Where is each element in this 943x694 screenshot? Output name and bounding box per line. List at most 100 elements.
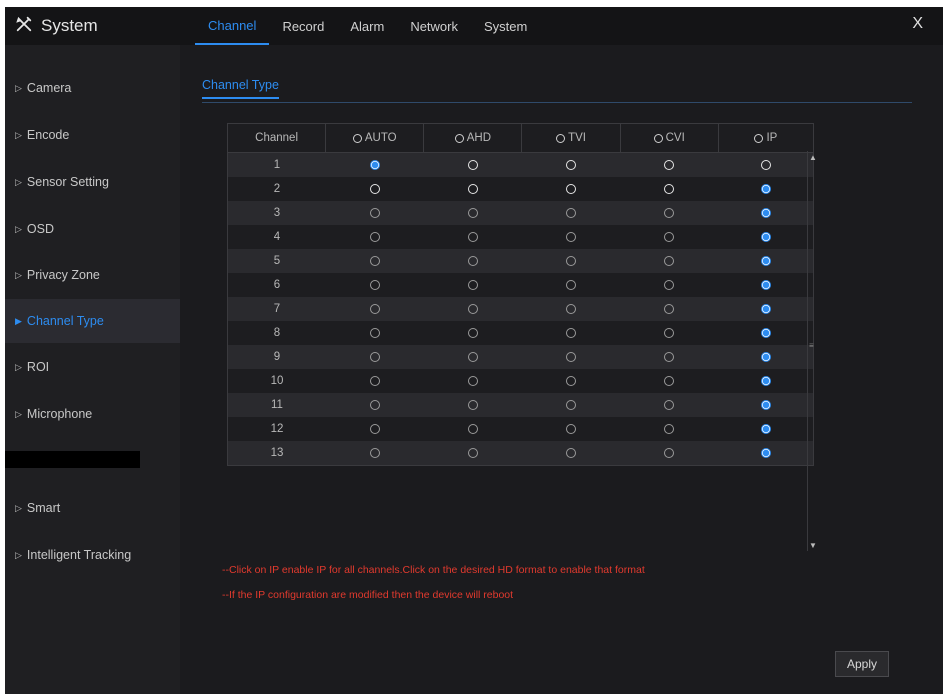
radio-ahd[interactable]: [468, 208, 478, 218]
radio-cvi[interactable]: [664, 232, 674, 242]
close-icon[interactable]: X: [912, 15, 923, 33]
radio-cvi[interactable]: [664, 400, 674, 410]
radio-cell: [326, 177, 424, 201]
sidebar-item-roi[interactable]: ▷ ROI: [5, 345, 180, 389]
column-header-cvi[interactable]: CVI: [621, 124, 719, 152]
radio-ahd[interactable]: [468, 280, 478, 290]
sidebar-item-smart[interactable]: ▷ Smart: [5, 486, 180, 530]
radio-tvi[interactable]: [566, 232, 576, 242]
apply-button[interactable]: Apply: [835, 651, 889, 677]
radio-cvi[interactable]: [664, 328, 674, 338]
radio-auto[interactable]: [370, 448, 380, 458]
sidebar-item-intelligent-tracking[interactable]: ▷ Intelligent Tracking: [5, 533, 180, 577]
sidebar-item-label: OSD: [26, 222, 55, 236]
radio-ip[interactable]: [760, 376, 771, 386]
radio-icon: [352, 133, 362, 143]
radio-auto[interactable]: [370, 400, 380, 410]
radio-cvi[interactable]: [664, 376, 674, 386]
radio-cell: [718, 297, 813, 321]
tab-system[interactable]: System: [471, 7, 540, 45]
radio-ip[interactable]: [760, 208, 771, 218]
radio-tvi[interactable]: [566, 184, 576, 194]
radio-cvi[interactable]: [664, 256, 674, 266]
radio-auto[interactable]: [370, 184, 380, 194]
radio-ahd[interactable]: [468, 232, 478, 242]
tab-channel-type[interactable]: Channel Type: [202, 78, 279, 99]
table-scrollbar[interactable]: ▲ ≡ ▼: [807, 151, 817, 551]
radio-tvi[interactable]: [566, 400, 576, 410]
radio-cvi[interactable]: [664, 208, 674, 218]
tab-channel[interactable]: Channel: [195, 7, 270, 45]
radio-auto[interactable]: [370, 328, 380, 338]
radio-tvi[interactable]: [566, 208, 576, 218]
tab-alarm[interactable]: Alarm: [337, 7, 397, 45]
radio-tvi[interactable]: [566, 352, 576, 362]
triangle-right-icon: ▷: [15, 361, 22, 372]
radio-cvi[interactable]: [664, 280, 674, 290]
radio-auto[interactable]: [370, 376, 380, 386]
radio-auto[interactable]: [370, 424, 380, 434]
radio-auto[interactable]: [370, 208, 380, 218]
radio-auto[interactable]: [370, 352, 380, 362]
radio-ip[interactable]: [760, 424, 771, 434]
radio-tvi[interactable]: [566, 328, 576, 338]
radio-ahd[interactable]: [468, 304, 478, 314]
radio-ahd[interactable]: [468, 376, 478, 386]
radio-ahd[interactable]: [468, 160, 478, 170]
radio-ahd[interactable]: [468, 448, 478, 458]
radio-tvi[interactable]: [566, 160, 576, 170]
scroll-thumb-icon[interactable]: ≡: [809, 341, 814, 350]
column-header-tvi[interactable]: TVI: [522, 124, 621, 152]
radio-ip[interactable]: [760, 280, 771, 290]
sidebar-item-sensor-setting[interactable]: ▷ Sensor Setting: [5, 160, 180, 204]
radio-tvi[interactable]: [566, 304, 576, 314]
radio-auto[interactable]: [370, 232, 380, 242]
radio-cvi[interactable]: [664, 448, 674, 458]
radio-tvi[interactable]: [566, 376, 576, 386]
radio-ip[interactable]: [760, 232, 771, 242]
radio-tvi[interactable]: [566, 256, 576, 266]
column-header-auto[interactable]: AUTO: [326, 124, 425, 152]
radio-auto[interactable]: [370, 256, 380, 266]
scroll-down-icon[interactable]: ▼: [809, 541, 817, 550]
radio-ip[interactable]: [760, 256, 771, 266]
radio-ip[interactable]: [760, 184, 771, 194]
triangle-right-icon: ▷: [15, 549, 22, 560]
scroll-up-icon[interactable]: ▲: [809, 153, 817, 162]
radio-cvi[interactable]: [664, 184, 674, 194]
radio-auto[interactable]: [370, 304, 380, 314]
radio-ip[interactable]: [760, 160, 771, 170]
radio-cvi[interactable]: [664, 160, 674, 170]
radio-cvi[interactable]: [664, 304, 674, 314]
radio-ip[interactable]: [760, 304, 771, 314]
radio-tvi[interactable]: [566, 448, 576, 458]
radio-ip[interactable]: [760, 328, 771, 338]
column-header-ip[interactable]: IP: [719, 124, 813, 152]
sidebar-item-microphone[interactable]: ▷ Microphone: [5, 392, 180, 436]
radio-cvi[interactable]: [664, 352, 674, 362]
radio-ip[interactable]: [760, 448, 771, 458]
radio-cell: [326, 393, 424, 417]
radio-auto[interactable]: [370, 280, 380, 290]
table-row: 6: [228, 273, 813, 297]
radio-ahd[interactable]: [468, 400, 478, 410]
radio-tvi[interactable]: [566, 280, 576, 290]
radio-ip[interactable]: [760, 352, 771, 362]
radio-tvi[interactable]: [566, 424, 576, 434]
radio-ahd[interactable]: [468, 352, 478, 362]
radio-auto[interactable]: [370, 160, 380, 170]
sidebar-item-osd[interactable]: ▷ OSD: [5, 207, 180, 251]
radio-ahd[interactable]: [468, 328, 478, 338]
tab-record[interactable]: Record: [269, 7, 337, 45]
sidebar-item-camera[interactable]: ▷ Camera: [5, 66, 180, 110]
sidebar-item-encode[interactable]: ▷ Encode: [5, 113, 180, 157]
radio-ahd[interactable]: [468, 256, 478, 266]
radio-ip[interactable]: [760, 400, 771, 410]
tab-network[interactable]: Network: [397, 7, 471, 45]
radio-cvi[interactable]: [664, 424, 674, 434]
sidebar-item-channel-type[interactable]: ▶ Channel Type: [5, 299, 180, 343]
radio-ahd[interactable]: [468, 184, 478, 194]
column-header-ahd[interactable]: AHD: [424, 124, 523, 152]
sidebar-item-privacy-zone[interactable]: ▷ Privacy Zone: [5, 253, 180, 297]
radio-ahd[interactable]: [468, 424, 478, 434]
